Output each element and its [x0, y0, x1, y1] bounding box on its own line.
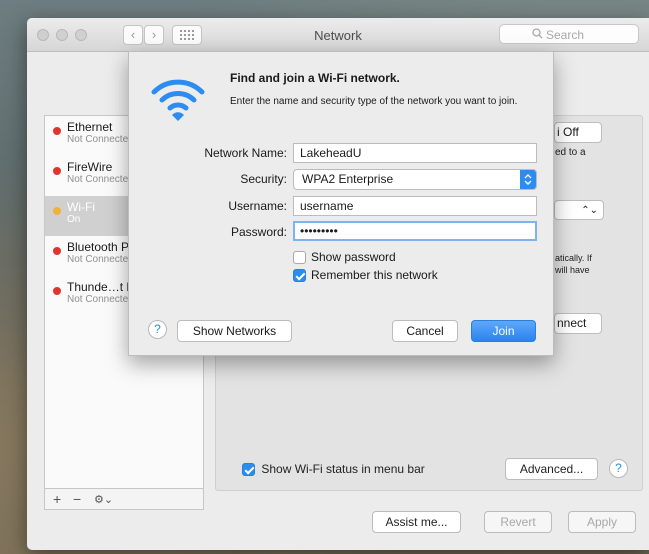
show-networks-button[interactable]: Show Networks — [177, 320, 292, 342]
cancel-button[interactable]: Cancel — [392, 320, 458, 342]
help-button[interactable]: ? — [148, 320, 167, 339]
remove-service-button[interactable]: − — [73, 491, 81, 507]
network-name-field[interactable]: LakeheadU — [293, 143, 537, 163]
username-field[interactable]: username — [293, 196, 537, 216]
remember-network-checkbox[interactable]: Remember this network — [293, 268, 438, 283]
search-placeholder: Search — [546, 28, 585, 42]
dialog-description: Enter the name and security type of the … — [230, 96, 518, 107]
advanced-button[interactable]: Advanced... — [505, 458, 598, 480]
service-status: Not Connected — [67, 134, 134, 145]
connect-button[interactable]: nnect — [554, 313, 602, 334]
join-wifi-dialog: Find and join a Wi-Fi network. Enter the… — [128, 51, 554, 356]
auto-join-text-2: will have — [555, 265, 590, 275]
join-button[interactable]: Join — [471, 320, 536, 342]
show-password-label: Show password — [311, 250, 396, 264]
action-menu-button[interactable]: ⚙⌄ — [94, 493, 113, 506]
status-dot — [53, 247, 61, 255]
search-input[interactable]: Search — [499, 24, 639, 44]
network-name-label: Network Name: — [204, 146, 287, 160]
show-wifi-status-label: Show Wi-Fi status in menu bar — [261, 462, 425, 476]
checkbox[interactable] — [293, 269, 306, 283]
checkbox[interactable] — [242, 463, 255, 477]
password-field[interactable]: ••••••••• — [293, 221, 537, 241]
remember-network-label: Remember this network — [311, 268, 438, 282]
chevron-updown-icon: ⌃⌄ — [581, 205, 598, 216]
password-label: Password: — [230, 225, 287, 239]
status-dot — [53, 167, 61, 175]
service-name: Wi-Fi — [67, 200, 95, 214]
status-dot — [53, 127, 61, 135]
network-name-select[interactable]: ⌃⌄ — [554, 200, 604, 220]
help-button[interactable]: ? — [609, 459, 628, 478]
revert-button[interactable]: Revert — [484, 511, 552, 533]
auto-join-text-1: atically. If — [555, 253, 592, 263]
show-password-checkbox[interactable]: Show password — [293, 250, 396, 265]
service-status: Not Connected — [67, 174, 134, 185]
username-label: Username: — [228, 199, 287, 213]
status-dot — [53, 207, 61, 215]
chevron-updown-icon — [520, 170, 536, 189]
show-wifi-status-checkbox[interactable]: Show Wi-Fi status in menu bar — [242, 462, 425, 477]
checkbox[interactable] — [293, 251, 306, 265]
turn-wifi-off-button[interactable]: i Off — [554, 122, 602, 143]
assist-me-button[interactable]: Assist me... — [372, 511, 461, 533]
status-text: ed to a — [555, 147, 586, 158]
status-dot — [53, 287, 61, 295]
service-status: Not Connected — [67, 294, 134, 305]
security-label: Security: — [240, 172, 287, 186]
title-bar: ‹ › Network Search — [27, 18, 649, 52]
service-toolbar: + − ⚙⌄ — [44, 489, 204, 510]
service-name: Ethernet — [67, 120, 113, 134]
security-value: WPA2 Enterprise — [302, 172, 394, 186]
dialog-title: Find and join a Wi-Fi network. — [230, 71, 400, 85]
service-status: Not Connected — [67, 254, 134, 265]
security-select[interactable]: WPA2 Enterprise — [293, 169, 537, 190]
apply-button[interactable]: Apply — [568, 511, 636, 533]
service-status: On — [67, 214, 81, 225]
add-service-button[interactable]: + — [53, 491, 61, 507]
wifi-icon — [151, 79, 205, 121]
service-name: FireWire — [67, 160, 113, 174]
search-icon — [532, 28, 543, 39]
